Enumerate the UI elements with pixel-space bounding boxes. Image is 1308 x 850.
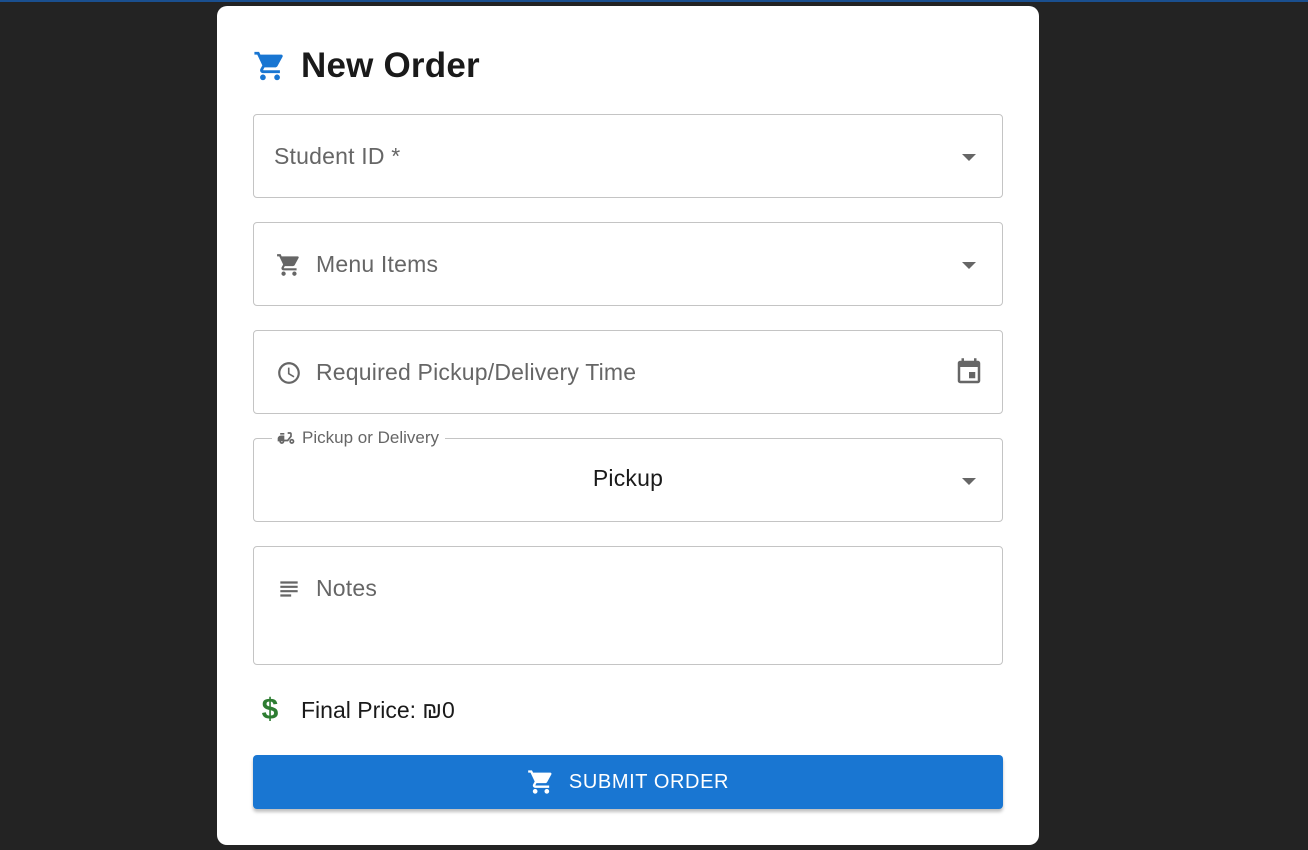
page-title: New Order (301, 46, 480, 85)
new-order-card: New Order Student ID * Menu Items Requir… (217, 6, 1039, 845)
pickup-time-placeholder: Required Pickup/Delivery Time (316, 359, 637, 385)
pickup-or-delivery-select[interactable]: Pickup or Delivery Pickup (253, 427, 1003, 522)
pickup-or-delivery-value: Pickup (592, 465, 664, 491)
menu-items-select[interactable]: Menu Items (253, 222, 1003, 306)
top-accent-line (0, 0, 1308, 2)
notes-placeholder: Notes (316, 575, 378, 601)
chevron-down-icon[interactable] (954, 142, 984, 172)
student-id-placeholder: Student ID * (274, 143, 401, 169)
cart-icon (275, 251, 303, 279)
page-title-row: New Order (253, 46, 480, 86)
pickup-time-field[interactable]: Required Pickup/Delivery Time (253, 330, 1003, 414)
dollar-icon: $ (261, 693, 279, 726)
clock-icon (275, 359, 303, 387)
pickup-or-delivery-label-text: Pickup or Delivery (302, 428, 439, 447)
chevron-down-icon[interactable] (954, 466, 984, 496)
submit-order-button[interactable]: SUBMIT ORDER (253, 755, 1003, 809)
menu-items-placeholder: Menu Items (316, 251, 439, 277)
scooter-icon (276, 428, 296, 448)
cart-icon (527, 768, 555, 796)
notes-icon (275, 575, 303, 603)
chevron-down-icon[interactable] (954, 250, 984, 280)
final-price-label: Final Price: ₪0 (301, 696, 455, 723)
cart-icon (253, 49, 287, 83)
pickup-or-delivery-label: Pickup or Delivery (272, 427, 445, 449)
submit-order-label: SUBMIT ORDER (568, 770, 730, 793)
notes-field[interactable]: Notes (253, 546, 1003, 665)
calendar-icon[interactable] (954, 357, 984, 387)
student-id-select[interactable]: Student ID * (253, 114, 1003, 198)
final-price-row: $ Final Price: ₪0 (253, 693, 455, 726)
